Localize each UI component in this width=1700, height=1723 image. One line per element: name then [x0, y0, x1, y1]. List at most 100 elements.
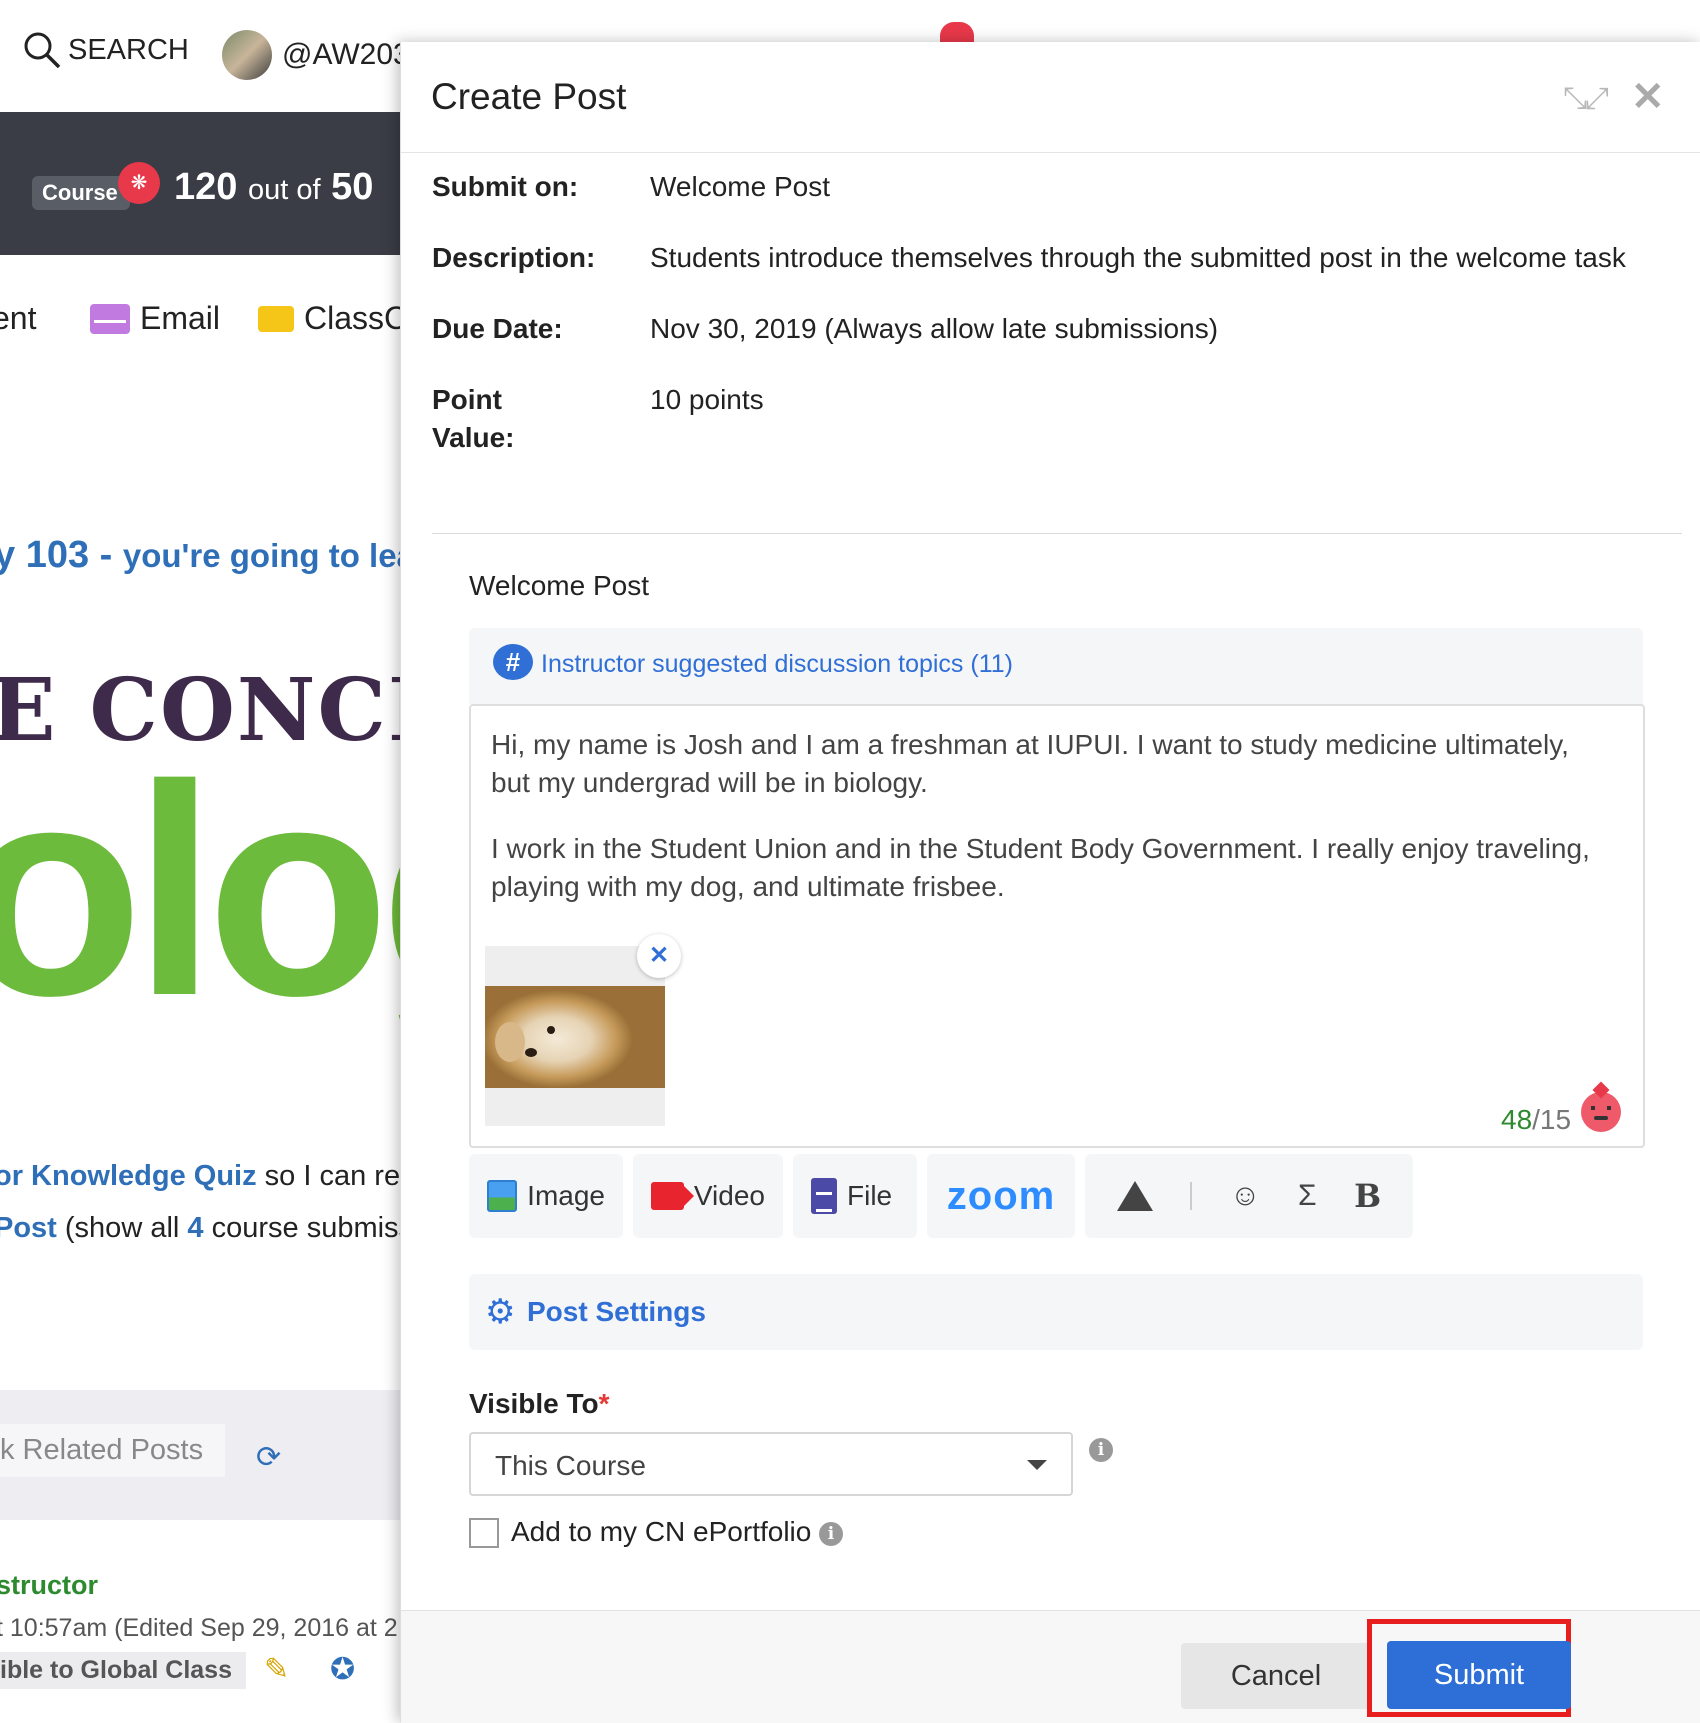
insert-video-label: Video	[693, 1180, 765, 1211]
course-title-number: y 103 -	[0, 534, 113, 576]
pencil-icon[interactable]: ✎	[264, 1652, 289, 1687]
insert-file-label: File	[847, 1180, 893, 1211]
due-date-label: Due Date:	[432, 313, 563, 344]
file-icon	[811, 1178, 837, 1214]
submit-on-value: Welcome Post	[650, 171, 830, 202]
insert-file-button[interactable]: File	[793, 1154, 917, 1238]
banner-logo-text: olog	[0, 722, 420, 1058]
course-title: y 103 - you're going to lea	[0, 534, 415, 577]
course-pill: Course	[32, 176, 130, 210]
user-handle[interactable]: @AW203	[282, 38, 410, 72]
emoji-icon[interactable]: ☺	[1230, 1179, 1261, 1213]
search-button[interactable]: SEARCH	[22, 30, 189, 70]
eportfolio-checkbox[interactable]	[469, 1518, 499, 1548]
berry-icon: ❋	[118, 162, 160, 204]
puppy-photo	[485, 986, 665, 1088]
post-timestamp: t 10:57am (Edited Sep 29, 2016 at 2	[0, 1614, 398, 1642]
visible-to-label: Visible To*	[469, 1388, 610, 1420]
hashtag-icon: #	[493, 644, 533, 680]
description-value: Students introduce themselves through th…	[650, 242, 1626, 273]
puppy-nose	[525, 1048, 537, 1057]
cancel-button[interactable]: Cancel	[1181, 1643, 1371, 1709]
score-total: 50	[331, 166, 374, 208]
background-page: SEARCH @AW203 Course ❋ 120 out of 50 ent…	[0, 0, 420, 1722]
insert-video-button[interactable]: Video	[633, 1154, 783, 1238]
nav-item-classconnect[interactable]: ClassC	[258, 300, 407, 337]
discussion-topics-link[interactable]: Instructor suggested discussion topics (…	[541, 650, 1013, 679]
mascot-mouth	[1594, 1116, 1608, 1120]
post-editor[interactable]: Hi, my name is Josh and I am a freshman …	[469, 704, 1645, 1148]
gear-icon: ⚙	[485, 1293, 516, 1331]
submit-button[interactable]: Submit	[1387, 1641, 1571, 1709]
discussion-topics-bar[interactable]: # Instructor suggested discussion topics…	[469, 628, 1643, 704]
search-label: SEARCH	[68, 33, 189, 66]
image-icon	[487, 1180, 518, 1212]
quiz-line: or Knowledge Quiz so I can rev	[0, 1160, 415, 1193]
minimize-icon[interactable]: ⤡⤢	[1563, 82, 1609, 116]
quiz-line-rest: so I can rev	[256, 1160, 415, 1192]
search-icon	[24, 32, 61, 69]
description-label: Description:	[432, 242, 596, 273]
mascot-icon	[1581, 1092, 1621, 1132]
refresh-icon[interactable]: ⟳	[256, 1440, 281, 1475]
modal-header: Create Post ⤡⤢ ✕	[401, 42, 1700, 153]
editor-paragraph-2[interactable]: I work in the Student Union and in the S…	[491, 830, 1611, 906]
format-tools-group: ☺ Σ B	[1085, 1154, 1413, 1238]
modal-title: Create Post	[431, 76, 627, 117]
equation-button[interactable]: Σ	[1298, 1179, 1317, 1213]
remove-image-icon[interactable]: ✕	[637, 934, 681, 978]
zoom-button[interactable]: zoom	[927, 1154, 1075, 1238]
post-link[interactable]: Post	[0, 1212, 57, 1244]
insert-image-label: Image	[527, 1180, 605, 1211]
point-value-value: 10 points	[650, 384, 764, 415]
top-bar: SEARCH @AW203	[0, 0, 420, 110]
video-camera-icon	[258, 305, 294, 332]
score-of: out of	[247, 174, 321, 206]
post-settings-toggle[interactable]: ⚙ Post Settings	[469, 1274, 1643, 1350]
award-ribbon-icon[interactable]: ✪	[330, 1652, 355, 1687]
mascot-eyes	[1591, 1106, 1611, 1110]
visible-to-text: Visible To	[469, 1388, 599, 1419]
email-icon	[90, 303, 130, 334]
eportfolio-label[interactable]: Add to my CN ePortfolio	[511, 1516, 811, 1548]
nav-item-event[interactable]: ent	[0, 300, 36, 337]
due-date-value: Nov 30, 2019 (Always allow late submissi…	[650, 313, 1219, 344]
point-value-label: Point Value:	[432, 384, 515, 453]
toolbar-separator	[1190, 1182, 1193, 1210]
post-line-a: (show all	[56, 1212, 188, 1244]
word-goal: /15	[1532, 1104, 1572, 1135]
bold-button[interactable]: B	[1354, 1177, 1381, 1215]
score-value: 120	[174, 166, 238, 208]
create-post-modal: Create Post ⤡⤢ ✕ Submit on: Welcome Post…	[400, 42, 1700, 1723]
visible-to-value: This Course	[495, 1450, 646, 1481]
visibility-badge: ible to Global Class	[0, 1652, 246, 1689]
submit-on-label: Submit on:	[432, 171, 579, 202]
attached-image[interactable]	[485, 946, 665, 1126]
eportfolio-info-icon[interactable]: i	[819, 1522, 843, 1546]
close-icon[interactable]: ✕	[1631, 74, 1665, 120]
post-line-b: course submiss	[203, 1212, 414, 1244]
instructor-label[interactable]: structor	[0, 1570, 98, 1601]
post-title: Welcome Post	[469, 570, 649, 601]
nav-item-email[interactable]: Email	[90, 300, 220, 337]
puppy-ear	[495, 1022, 525, 1062]
modal-footer: Cancel Submit	[401, 1610, 1700, 1723]
post-settings-label: Post Settings	[527, 1296, 706, 1327]
post-count-link[interactable]: 4	[187, 1212, 203, 1244]
editor-paragraph-1[interactable]: Hi, my name is Josh and I am a freshman …	[491, 726, 1611, 802]
avatar[interactable]	[222, 30, 272, 80]
details-divider	[432, 533, 1682, 534]
quiz-link[interactable]: or Knowledge Quiz	[0, 1160, 257, 1192]
related-posts-button[interactable]: k Related Posts	[0, 1424, 226, 1477]
insert-image-button[interactable]: Image	[469, 1154, 623, 1238]
google-drive-icon[interactable]	[1116, 1181, 1153, 1211]
post-line: Post (show all 4 course submiss	[0, 1212, 413, 1245]
video-icon	[651, 1182, 694, 1210]
nav-class-label: ClassC	[304, 300, 408, 336]
chevron-down-icon	[1027, 1460, 1047, 1470]
course-score: 120 out of 50	[174, 166, 373, 209]
course-nav: ent Email ClassC	[0, 300, 420, 340]
visible-to-select[interactable]: This Course	[469, 1432, 1073, 1496]
nav-email-label: Email	[140, 300, 221, 336]
info-icon[interactable]: i	[1089, 1438, 1113, 1462]
